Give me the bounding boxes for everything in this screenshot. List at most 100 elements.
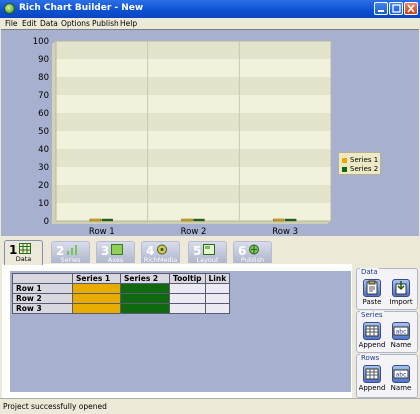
name-icon: abc (392, 365, 410, 383)
grid-cell[interactable] (169, 303, 206, 314)
grid-cell[interactable] (204, 283, 231, 294)
minimize-icon (378, 10, 384, 12)
legend-label-series-2: Series 2 (350, 165, 379, 173)
close-icon (407, 4, 415, 13)
y-tick-label: 0 (44, 217, 49, 227)
plot-band (56, 203, 331, 221)
column-header-series-2[interactable]: Series 2 (120, 273, 170, 284)
series-group: Series Append abc Name (356, 311, 418, 353)
import-icon (392, 279, 410, 297)
tab-series[interactable]: 2 Series (51, 241, 90, 264)
menu-data[interactable]: Data (40, 19, 58, 28)
y-tick-label: 90 (38, 55, 49, 65)
name-series-button[interactable]: abc Name (387, 322, 415, 352)
window-title: Rich Chart Builder - New (19, 3, 144, 13)
menu-file[interactable]: File (5, 19, 18, 28)
tab-axes[interactable]: 3 Axes (96, 241, 135, 264)
publish-icon (249, 244, 259, 255)
grid-cell[interactable] (169, 293, 206, 304)
status-text: Project successfully opened (3, 402, 107, 411)
table-row: Row 2 (12, 293, 231, 304)
grid-cell[interactable] (169, 283, 206, 294)
data-panel: Series 1 Series 2 Tooltip Link Row 1 Row… (2, 264, 352, 398)
x-tick-label: Row 1 (89, 227, 115, 236)
append-row-button[interactable]: Append (358, 365, 386, 395)
grid-cell[interactable] (72, 283, 121, 294)
column-header-series-1[interactable]: Series 1 (72, 273, 121, 284)
grid-cell[interactable] (204, 303, 231, 314)
bar (193, 218, 205, 222)
name-series-label: Name (390, 341, 412, 349)
legend-swatch-series-2 (342, 166, 347, 172)
group-title: Data (360, 268, 379, 276)
plot-band (56, 95, 331, 113)
grid-cell[interactable] (204, 293, 231, 304)
row-header[interactable]: Row 1 (12, 283, 73, 294)
y-tick-label: 30 (38, 163, 49, 173)
import-label: Import (389, 298, 413, 306)
append-column-icon (363, 322, 381, 340)
grid-header-row: Series 1 Series 2 Tooltip Link (12, 273, 231, 284)
plot-band (56, 131, 331, 149)
column-header-link[interactable]: Link (204, 273, 231, 284)
data-grid[interactable]: Series 1 Series 2 Tooltip Link Row 1 Row… (12, 273, 231, 314)
grid-cell[interactable] (120, 293, 170, 304)
tab-label: Layout (196, 256, 219, 264)
legend-item-series-1: Series 1 (342, 156, 378, 165)
bars-icon (67, 245, 77, 255)
layout-icon (203, 244, 215, 255)
tab-richmedia[interactable]: 4 RichMedia (141, 241, 180, 264)
table-row: Row 3 (12, 303, 231, 314)
column-header-tooltip[interactable]: Tooltip (169, 273, 206, 284)
app-window: Rich Chart Builder - New File Edit Data … (0, 0, 420, 414)
y-tick-label: 10 (38, 199, 49, 209)
name-row-button[interactable]: abc Name (387, 365, 415, 395)
data-grid-area: Series 1 Series 2 Tooltip Link Row 1 Row… (10, 271, 351, 392)
grid-cell[interactable] (72, 303, 121, 314)
bar (89, 218, 102, 222)
svg-text:abc: abc (396, 329, 407, 336)
grid-cell[interactable] (120, 303, 170, 314)
chart-legend: Series 1 Series 2 (338, 152, 381, 175)
menu-help[interactable]: Help (120, 19, 137, 28)
tab-label: Publish (240, 256, 265, 264)
tab-data[interactable]: 1 Data (4, 240, 43, 265)
tab-label: Axes (107, 256, 124, 264)
grid-cell[interactable] (72, 293, 121, 304)
minimize-button[interactable] (374, 2, 388, 15)
paste-button[interactable]: Paste (358, 279, 386, 309)
maximize-icon (392, 4, 401, 13)
row-header[interactable]: Row 2 (12, 293, 73, 304)
splitter[interactable] (0, 236, 420, 240)
chart-preview: 0 10 20 30 40 50 60 70 80 90 100 Row 1 Row 2 Row 3 Se… (1, 29, 419, 236)
tab-layout[interactable]: 5 Layout (188, 241, 227, 264)
menu-edit[interactable]: Edit (22, 19, 37, 28)
group-title: Series (360, 311, 384, 319)
close-button[interactable] (404, 2, 418, 15)
tab-label: RichMedia (143, 256, 178, 264)
tab-label: Data (15, 255, 32, 263)
title-bar[interactable]: Rich Chart Builder - New (0, 0, 420, 18)
row-header[interactable]: Row 3 (12, 303, 73, 314)
menu-options[interactable]: Options (61, 19, 90, 28)
y-tick-label: 40 (38, 145, 49, 155)
bar (181, 218, 193, 222)
bar-chart: 0 10 20 30 40 50 60 70 80 90 100 Row 1 Row 2 Row 3 (33, 37, 332, 236)
bar (101, 218, 114, 222)
name-row-label: Name (390, 384, 412, 392)
plot-band (56, 77, 331, 95)
menu-publish[interactable]: Publish (92, 19, 119, 28)
grid-corner (12, 273, 73, 284)
append-series-button[interactable]: Append (358, 322, 386, 352)
append-row-icon (363, 365, 381, 383)
x-tick-label: Row 3 (272, 227, 298, 236)
y-tick-label: 80 (38, 73, 49, 83)
grid-cell[interactable] (120, 283, 170, 294)
tab-label: Series (60, 256, 81, 264)
bar (272, 218, 285, 222)
legend-swatch-series-1 (342, 157, 347, 163)
tab-publish[interactable]: 6 Publish (233, 241, 272, 264)
maximize-button[interactable] (389, 2, 403, 15)
import-button[interactable]: Import (387, 279, 415, 309)
menu-bar: File Edit Data Options Publish Help (0, 18, 420, 29)
